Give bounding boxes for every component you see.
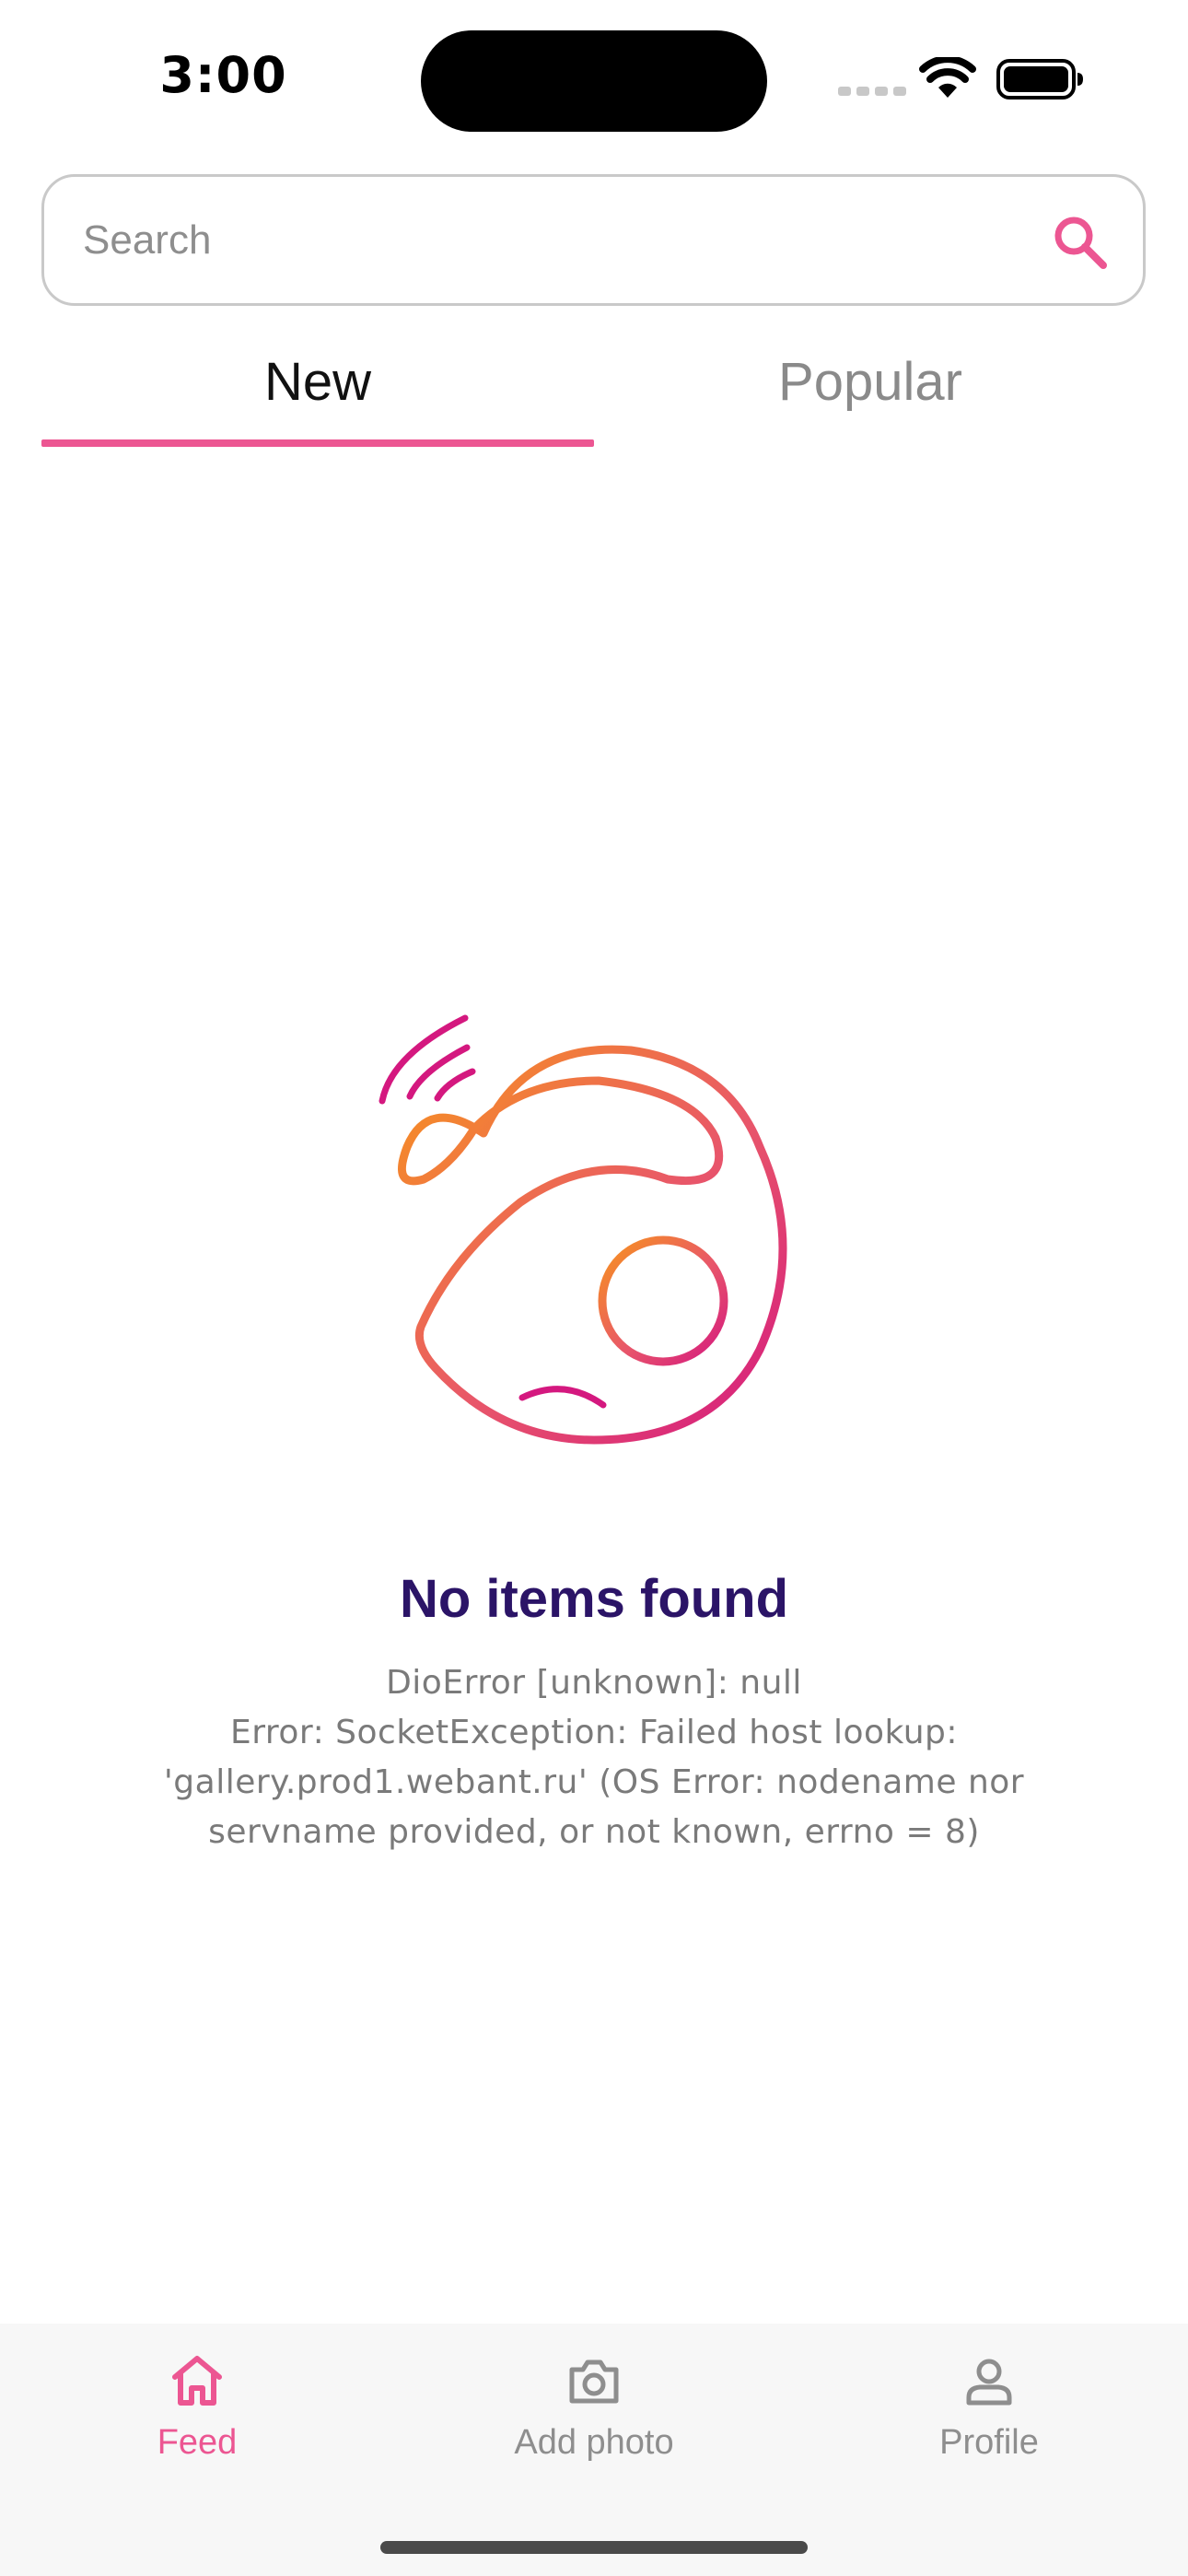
- tab-popular[interactable]: Popular: [594, 336, 1147, 438]
- empty-state-title: No items found: [399, 1569, 789, 1629]
- wifi-icon: [919, 57, 976, 98]
- feed-screen: 3:00 New Popular: [0, 0, 1188, 2576]
- bottom-navigation: Feed Add photo Profile: [0, 2324, 1188, 2576]
- nav-label-add-photo: Add photo: [514, 2423, 674, 2462]
- nav-item-add-photo[interactable]: Add photo: [456, 2351, 732, 2489]
- search-input[interactable]: [83, 210, 1004, 271]
- error-message: DioError [unknown]: null Error: SocketEx…: [163, 1664, 1025, 1851]
- search-bar[interactable]: [41, 174, 1146, 306]
- dynamic-island: [421, 30, 767, 132]
- nav-item-profile[interactable]: Profile: [851, 2351, 1127, 2489]
- nav-label-feed: Feed: [157, 2423, 238, 2462]
- home-icon: [172, 2356, 222, 2406]
- user-icon: [966, 2359, 1012, 2406]
- home-indicator[interactable]: [380, 2541, 808, 2554]
- tab-selected-indicator: [41, 439, 594, 447]
- status-time: 3:00: [159, 46, 287, 104]
- feed-tabs: New Popular: [41, 336, 1147, 451]
- tab-new[interactable]: New: [41, 336, 594, 438]
- search-icon[interactable]: [1050, 212, 1111, 273]
- camera-icon: [569, 2359, 619, 2404]
- status-bar: 3:00: [0, 0, 1188, 157]
- nav-item-feed[interactable]: Feed: [59, 2351, 335, 2489]
- nav-label-profile: Profile: [939, 2423, 1039, 2462]
- battery-icon: [996, 59, 1083, 100]
- sad-orbit-illustration: [379, 1014, 787, 1445]
- status-icons: [838, 55, 1087, 101]
